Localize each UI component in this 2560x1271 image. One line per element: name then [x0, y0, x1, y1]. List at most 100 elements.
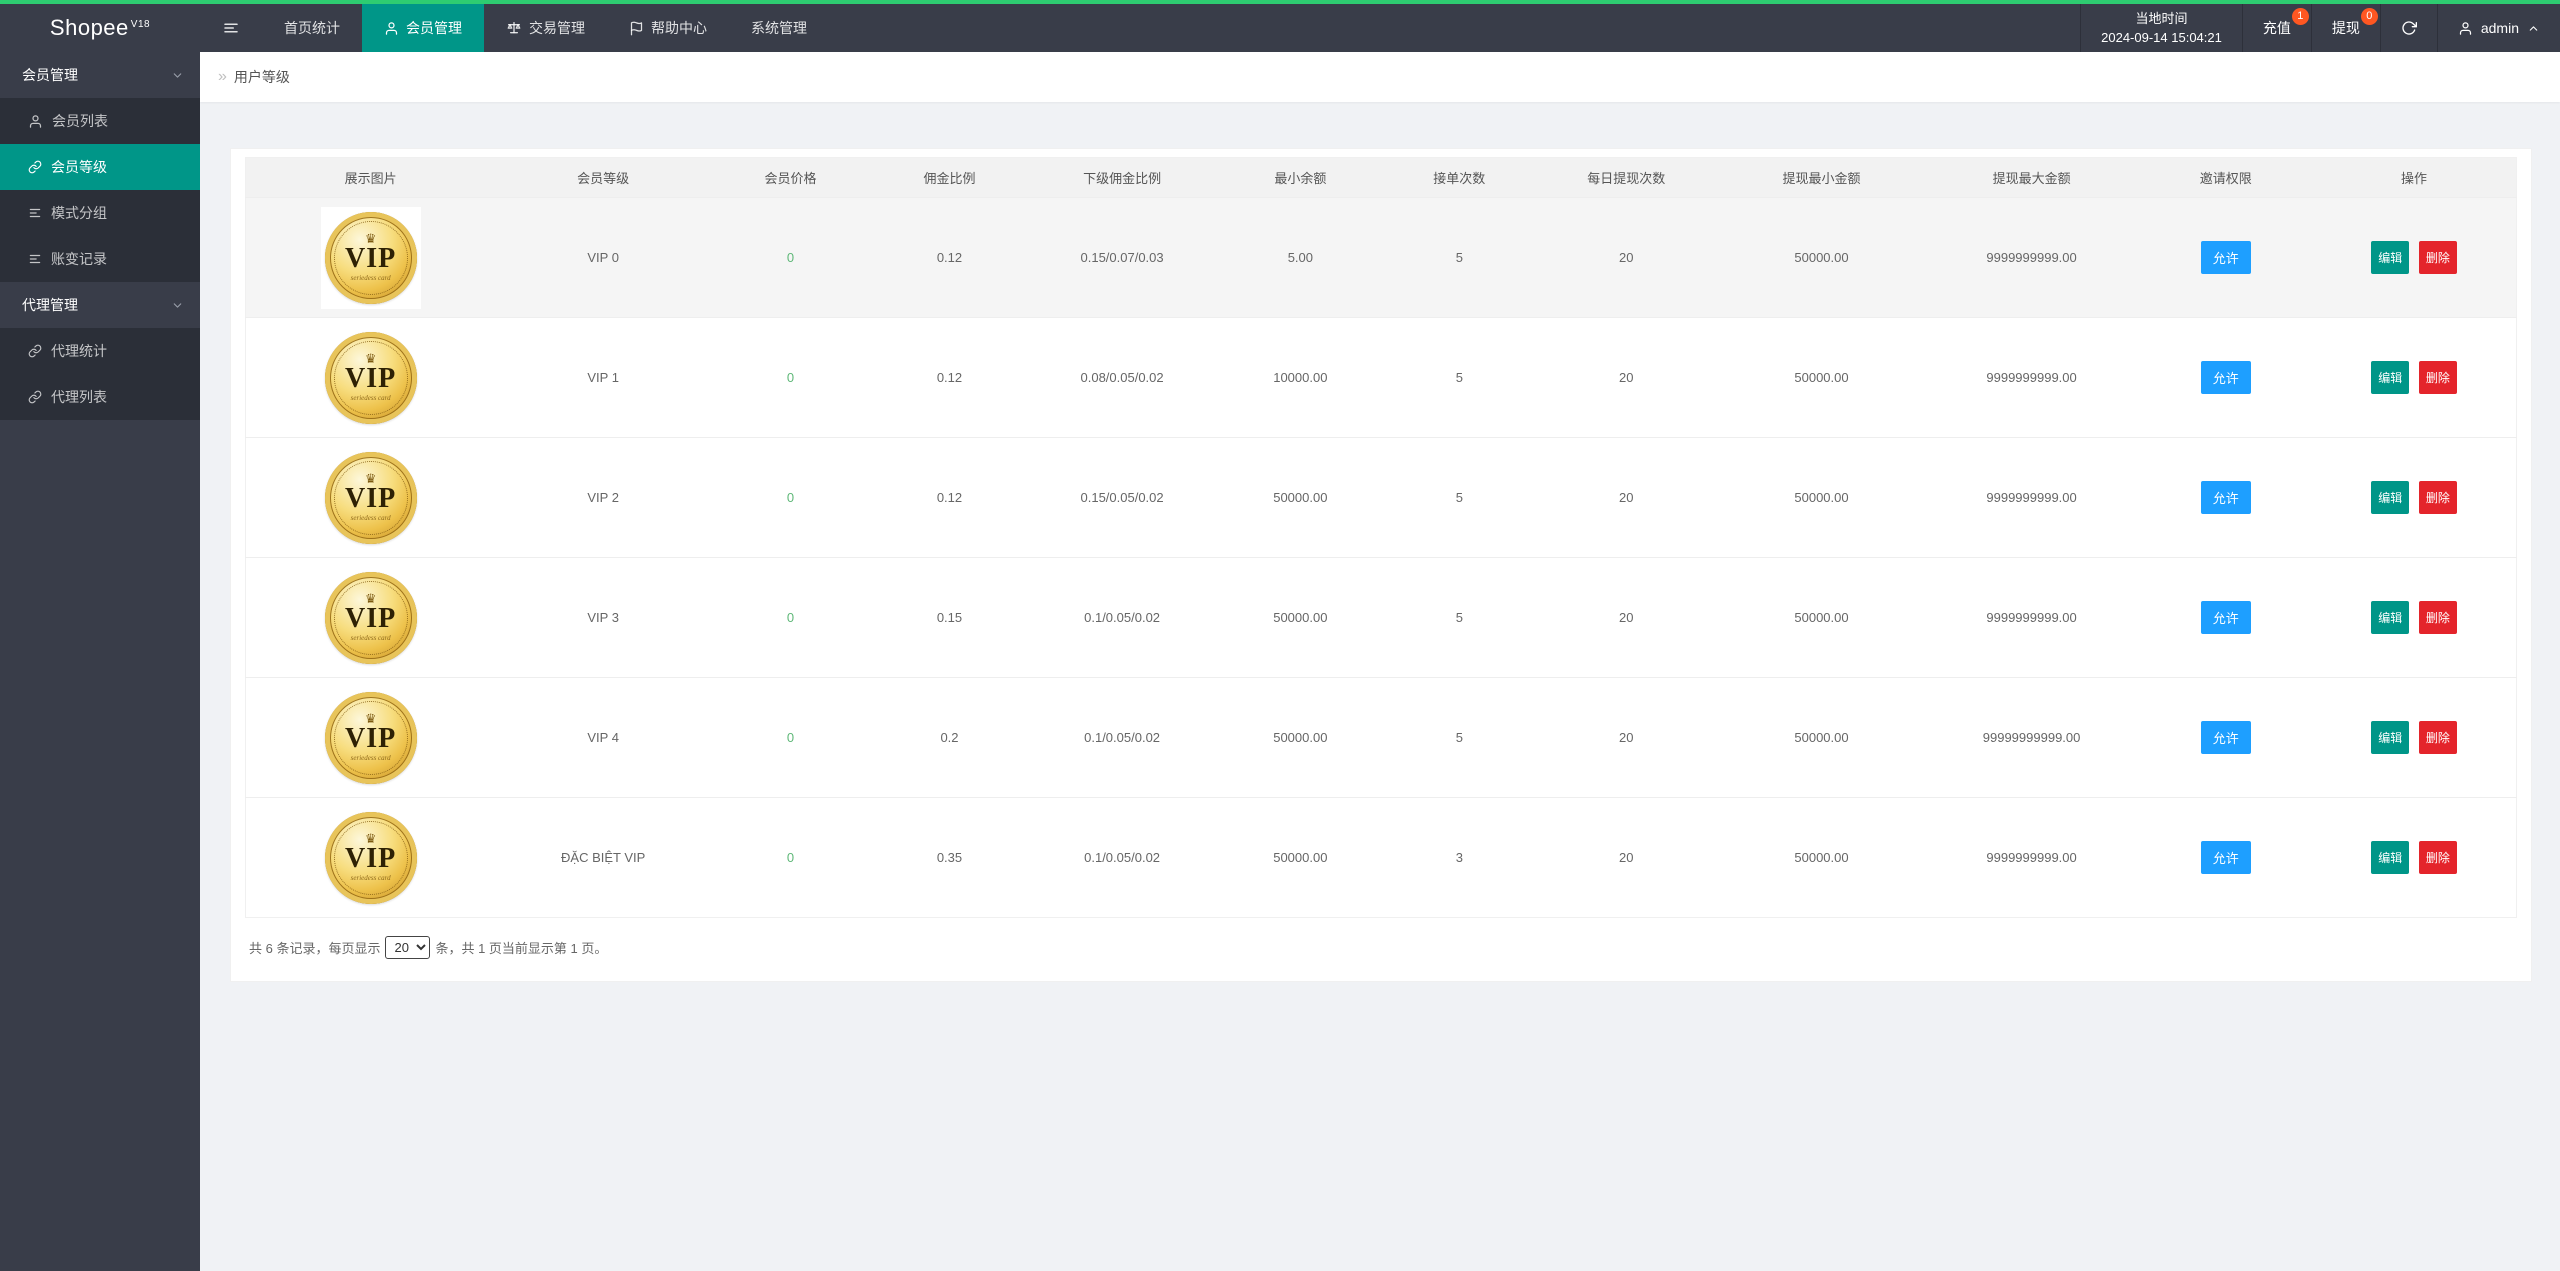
top-navbar: Shopee V18 首页统计 会员管理 交易管理 帮助中心 系统管理 当地时间 2024… [0, 4, 2560, 52]
sidebar-collapse-button[interactable] [200, 4, 262, 52]
delete-button[interactable]: 删除 [2418, 601, 2457, 634]
price-cell: 0 [711, 677, 870, 798]
min-balance-cell: 10000.00 [1215, 317, 1386, 438]
commission-cell: 0.15 [870, 557, 1029, 678]
column-header: 接单次数 [1385, 157, 1534, 198]
delete-button[interactable]: 删除 [2418, 481, 2457, 514]
sidebar-item[interactable]: 账变记录 [0, 236, 200, 282]
commission-cell: 0.35 [870, 797, 1029, 918]
allow-button[interactable]: 允许 [2200, 841, 2251, 874]
edit-button[interactable]: 编辑 [2371, 481, 2410, 514]
per-page-select[interactable]: 20 [385, 936, 431, 959]
nav-item-label: 帮助中心 [651, 20, 707, 36]
sidebar-item[interactable]: 会员等级 [0, 144, 200, 190]
nav-item[interactable]: 首页统计 [262, 4, 362, 52]
admin-menu[interactable]: admin [2436, 4, 2560, 52]
nav-item[interactable]: 帮助中心 [607, 4, 729, 52]
nav-item[interactable]: 会员管理 [362, 4, 484, 52]
min-withdrawal-cell: 50000.00 [1719, 677, 1924, 798]
nav-item[interactable]: 系统管理 [729, 4, 829, 52]
price-cell: 0 [711, 197, 870, 318]
column-header: 提现最小金额 [1719, 157, 1924, 198]
sidebar-item[interactable]: 代理统计 [0, 328, 200, 374]
levels-table: 展示图片 会员等级 会员价格 佣金比例 下级佣金比例 最小余额 接单次数 每日提现次数 提现最小… [245, 157, 2517, 918]
display-image-cell: ♛ VIP seriedess card [245, 797, 496, 918]
recharge-label: 充值 [2262, 20, 2291, 36]
edit-button[interactable]: 编辑 [2371, 241, 2410, 274]
link-icon [28, 160, 42, 174]
pagination-suffix: 条，共 1 页当前显示第 1 页。 [435, 941, 608, 956]
level-cell: VIP 1 [495, 317, 712, 438]
display-image-cell: ♛ VIP seriedess card [245, 197, 496, 318]
main-nav: 首页统计 会员管理 交易管理 帮助中心 系统管理 [200, 4, 829, 52]
delete-button[interactable]: 删除 [2418, 721, 2457, 754]
commission-cell: 0.2 [870, 677, 1029, 798]
max-withdrawal-cell: 9999999999.00 [1923, 797, 2140, 918]
crown-icon: ♛ [364, 710, 377, 726]
pagination-prefix: 共 6 条记录，每页显示 [249, 941, 381, 956]
sidebar-item[interactable]: 会员管理 [0, 52, 200, 98]
min-withdrawal-cell: 50000.00 [1719, 317, 1924, 438]
allow-button[interactable]: 允许 [2200, 601, 2251, 634]
allow-button[interactable]: 允许 [2200, 241, 2251, 274]
user-icon [2458, 21, 2473, 36]
sidebar: 会员管理 会员列表 会员等级 模式分组 账变记录代理管理代理统计代理列表 [0, 52, 200, 1271]
withdraw-link[interactable]: 提现 0 [2310, 4, 2380, 52]
orders-cell: 3 [1385, 797, 1534, 918]
nav-item[interactable]: 交易管理 [484, 4, 607, 52]
sidebar-item[interactable]: 代理列表 [0, 374, 200, 420]
vip-coin: ♛ VIP seriedess card [324, 691, 417, 784]
allow-button[interactable]: 允许 [2200, 721, 2251, 754]
vip-coin: ♛ VIP seriedess card [324, 211, 417, 304]
chevron-down-icon [171, 69, 184, 82]
display-image-cell: ♛ VIP seriedess card [245, 677, 496, 798]
min-balance-cell: 5.00 [1215, 197, 1386, 318]
crown-icon: ♛ [364, 230, 377, 246]
sidebar-item-label: 代理统计 [51, 343, 107, 359]
level-cell: VIP 4 [495, 677, 712, 798]
sidebar-item[interactable]: 代理管理 [0, 282, 200, 328]
price-cell: 0 [711, 797, 870, 918]
orders-cell: 5 [1385, 437, 1534, 558]
price-cell: 0 [711, 557, 870, 678]
withdraw-label: 提现 [2331, 20, 2360, 36]
vip-coin-image: ♛ VIP seriedess card [320, 206, 421, 309]
orders-cell: 5 [1385, 197, 1534, 318]
actions-cell: 编辑 删除 [2312, 557, 2517, 678]
sidebar-item[interactable]: 会员列表 [0, 98, 200, 144]
sidebar-item[interactable]: 模式分组 [0, 190, 200, 236]
refresh-button[interactable] [2379, 4, 2437, 52]
display-image-cell: ♛ VIP seriedess card [245, 317, 496, 438]
delete-button[interactable]: 删除 [2418, 241, 2457, 274]
edit-button[interactable]: 编辑 [2371, 361, 2410, 394]
breadcrumb-chevron-icon: » [218, 68, 227, 85]
edit-button[interactable]: 编辑 [2371, 601, 2410, 634]
list-icon [28, 206, 42, 220]
min-balance-cell: 50000.00 [1215, 557, 1386, 678]
vip-coin-image: ♛ VIP seriedess card [320, 446, 421, 549]
nav-item-label: 会员管理 [406, 20, 462, 36]
edit-button[interactable]: 编辑 [2371, 841, 2410, 874]
allow-button[interactable]: 允许 [2200, 361, 2251, 394]
max-withdrawal-cell: 99999999999.00 [1923, 677, 2140, 798]
sidebar-item-label: 代理管理 [22, 297, 78, 313]
withdraw-badge: 0 [2360, 8, 2378, 25]
delete-button[interactable]: 删除 [2418, 841, 2457, 874]
level-cell: VIP 2 [495, 437, 712, 558]
edit-button[interactable]: 编辑 [2371, 721, 2410, 754]
actions-cell: 编辑 删除 [2312, 797, 2517, 918]
display-image-cell: ♛ VIP seriedess card [245, 437, 496, 558]
crown-icon: ♛ [364, 590, 377, 606]
recharge-link[interactable]: 充值 1 [2241, 4, 2311, 52]
nav-item-label: 系统管理 [751, 20, 807, 36]
table-row: ♛ VIP seriedess card VIP 0 0 0.12 0.15/0.07… [245, 197, 2517, 318]
allow-button[interactable]: 允许 [2200, 481, 2251, 514]
min-withdrawal-cell: 50000.00 [1719, 197, 1924, 318]
user-icon [384, 21, 399, 36]
crown-icon: ♛ [364, 470, 377, 486]
sidebar-item-label: 代理列表 [51, 389, 107, 405]
delete-button[interactable]: 删除 [2418, 361, 2457, 394]
invite-cell: 允许 [2139, 557, 2313, 678]
sub-commission-cell: 0.1/0.05/0.02 [1028, 677, 1216, 798]
display-image-cell: ♛ VIP seriedess card [245, 557, 496, 678]
